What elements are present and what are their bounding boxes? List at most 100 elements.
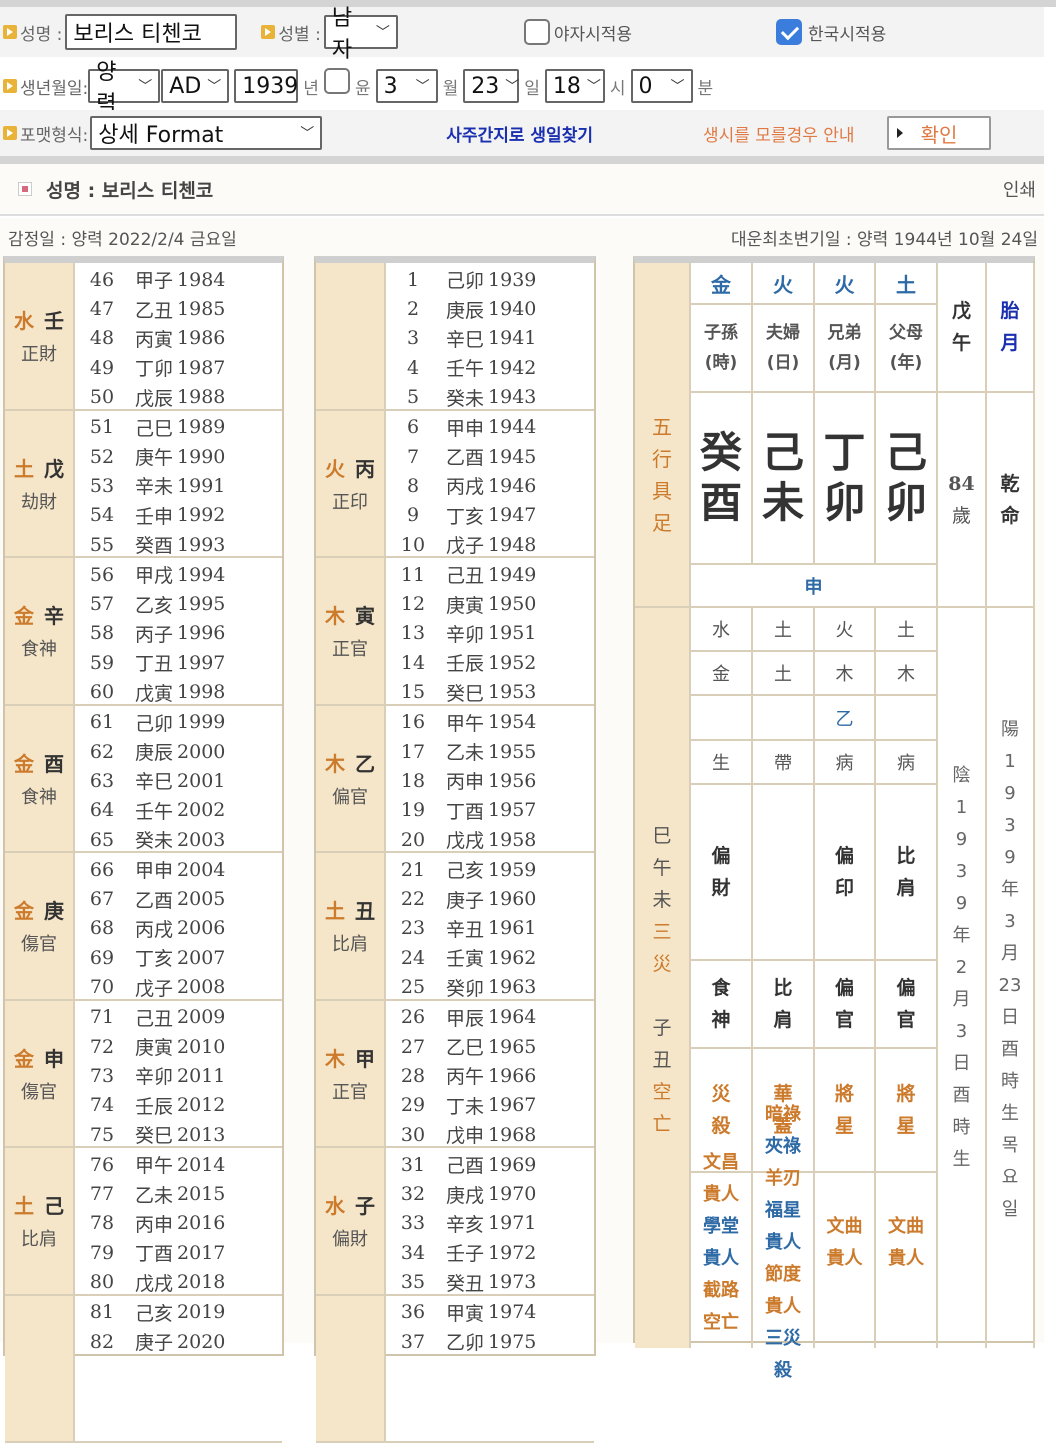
daeun-age: 59 bbox=[75, 652, 129, 674]
confirm-button[interactable]: 확인 bbox=[887, 116, 991, 150]
daeun-table-middle: 1己卯19392庚辰19403辛巳19414壬午19425癸未1943火丙正印6… bbox=[314, 256, 596, 1356]
daeun-ganji: 丙戌 bbox=[135, 915, 173, 942]
daeun-row: 60戊寅1998 bbox=[75, 678, 282, 707]
leap-checkbox[interactable] bbox=[324, 68, 350, 94]
vertical-char: 食 bbox=[711, 972, 730, 1004]
five-elements-side: 五行具足 bbox=[635, 263, 691, 608]
chevron-down-icon: ﹀ bbox=[300, 123, 314, 143]
daeun-ganji: 庚午 bbox=[135, 443, 173, 470]
form-divider bbox=[0, 156, 1044, 164]
pillar-element: 火 bbox=[815, 263, 876, 305]
element-label: 土 bbox=[14, 457, 34, 481]
daeun-age: 58 bbox=[75, 622, 129, 644]
stem-label: 寅 bbox=[355, 604, 375, 628]
daeun-ganji: 丙寅 bbox=[135, 325, 173, 352]
daeun-rows: 56甲戌199457乙亥199558丙子199659丁丑199760戊寅1998 bbox=[75, 558, 282, 704]
daeun-row: 4壬午1942 bbox=[386, 353, 594, 382]
vertical-char: 行 bbox=[652, 443, 672, 475]
gender-type-cell: 乾命 bbox=[987, 393, 1035, 608]
daeun-year: 2020 bbox=[177, 1331, 225, 1353]
daeun-age: 32 bbox=[386, 1183, 440, 1205]
branch-element-label: 土 bbox=[774, 660, 792, 686]
daeun-age: 56 bbox=[75, 564, 129, 586]
stem-label: 庚 bbox=[44, 899, 64, 923]
stem-element-label: 土 bbox=[897, 616, 915, 642]
pillar-element-label: 火 bbox=[835, 269, 855, 298]
daeun-row: 15癸巳1953 bbox=[386, 678, 594, 707]
vertical-char: 9 bbox=[1004, 778, 1015, 810]
daeun-rows: 71己丑200972庚寅201073辛卯201174壬辰201275癸巳2013 bbox=[75, 1001, 282, 1147]
daeun-stem-title: 水子 bbox=[325, 1190, 375, 1219]
daeun-ganji: 甲子 bbox=[135, 266, 173, 293]
vertical-char: 3 bbox=[1004, 906, 1015, 938]
gender-select[interactable]: 남자﹀ bbox=[324, 15, 398, 49]
daeun-row: 5癸未1943 bbox=[386, 383, 594, 412]
ten-god-label: 偏財 bbox=[332, 1225, 368, 1251]
vertical-char: 丑 bbox=[652, 1044, 671, 1076]
chevron-down-icon: ﹀ bbox=[671, 76, 685, 96]
element-label: 金 bbox=[14, 604, 34, 628]
daeun-year: 1997 bbox=[177, 652, 225, 674]
korea-time-checkbox[interactable] bbox=[776, 19, 802, 45]
lunar-date-cell: 陰1939年2月3日酉時生 bbox=[938, 608, 987, 1348]
era-select[interactable]: AD﹀ bbox=[161, 69, 229, 103]
vertical-char: 卯 bbox=[823, 478, 865, 528]
daeun-year: 1986 bbox=[177, 327, 225, 349]
solar-date-cell: 陽1939年3月23日酉時生목요일 bbox=[987, 608, 1035, 1348]
daeun-rows: 31己酉196932庚戌197033辛亥197134壬子197235癸丑1973 bbox=[386, 1148, 594, 1294]
daeun-year: 1963 bbox=[488, 976, 536, 998]
daeun-year: 1949 bbox=[488, 564, 536, 586]
daeun-age: 73 bbox=[75, 1065, 129, 1087]
daeun-ganji: 甲申 bbox=[135, 856, 173, 883]
daeun-rows: 46甲子198447乙丑198548丙寅198649丁卯198750戊辰1988 bbox=[75, 263, 282, 409]
yaja-checkbox[interactable] bbox=[524, 19, 550, 45]
daeun-year: 1975 bbox=[488, 1331, 536, 1353]
stem-element-label: 土 bbox=[774, 616, 792, 642]
daeun-year: 2006 bbox=[177, 917, 225, 939]
day-unit: 일 bbox=[524, 74, 540, 99]
daeun-age: 27 bbox=[386, 1036, 440, 1058]
daeun-age: 26 bbox=[386, 1006, 440, 1028]
gender-label: 성별 : bbox=[261, 20, 320, 45]
daeun-year: 1969 bbox=[488, 1154, 536, 1176]
vertical-char: 學堂 bbox=[703, 1211, 739, 1243]
stem-element: 火 bbox=[815, 608, 876, 652]
format-select[interactable]: 상세 Format﹀ bbox=[90, 116, 322, 150]
element-label: 土 bbox=[325, 899, 345, 923]
vertical-char: 月 bbox=[953, 984, 971, 1016]
daeun-year: 1989 bbox=[177, 416, 225, 438]
arrow-bullet-icon bbox=[3, 79, 17, 93]
arrow-bullet-icon bbox=[3, 126, 17, 140]
month-select[interactable]: 3﹀ bbox=[376, 69, 438, 103]
daeun-age: 9 bbox=[386, 504, 440, 526]
daeun-row: 48丙寅1986 bbox=[75, 324, 282, 353]
day-select[interactable]: 23﹀ bbox=[463, 69, 519, 103]
hour-select[interactable]: 18﹀ bbox=[545, 69, 605, 103]
birth-label: 생년월일: bbox=[3, 74, 88, 99]
daeun-ganji: 辛卯 bbox=[135, 1062, 173, 1089]
find-by-ganji-link[interactable]: 사주간지로 생일찾기 bbox=[446, 121, 593, 146]
year-input[interactable]: 1939 bbox=[234, 69, 298, 103]
element-label: 水 bbox=[325, 1194, 345, 1218]
stem-label: 甲 bbox=[355, 1047, 375, 1071]
vertical-char: 比 bbox=[896, 840, 915, 872]
vertical-char: 丁 bbox=[823, 428, 865, 478]
branch-element: 金 bbox=[691, 652, 753, 696]
daeun-row: 10戊子1948 bbox=[386, 530, 594, 559]
vertical-char: 午 bbox=[952, 327, 971, 359]
name-input[interactable]: 보리스 티첸코 bbox=[65, 14, 237, 50]
twelve-stage-label: 病 bbox=[836, 749, 854, 775]
minute-select[interactable]: 0﹀ bbox=[631, 69, 693, 103]
daeun-group-label: 土丑比肩 bbox=[316, 853, 386, 999]
vertical-char: 酉 bbox=[953, 1080, 971, 1112]
print-link[interactable]: 인쇄 bbox=[1003, 176, 1036, 202]
calendar-select[interactable]: 양력﹀ bbox=[88, 69, 160, 103]
daeun-age: 19 bbox=[386, 799, 440, 821]
vertical-char: 生 bbox=[953, 1144, 971, 1176]
unknown-birth-time-link[interactable]: 생시를 모를경우 안내 bbox=[703, 121, 855, 146]
daeun-ganji: 庚辰 bbox=[135, 738, 173, 765]
ten-god-label: 傷官 bbox=[21, 1078, 57, 1104]
daeun-stem-title bbox=[34, 1353, 44, 1377]
vertical-char: 神 bbox=[711, 1004, 730, 1036]
daeun-ganji: 庚子 bbox=[446, 886, 484, 913]
